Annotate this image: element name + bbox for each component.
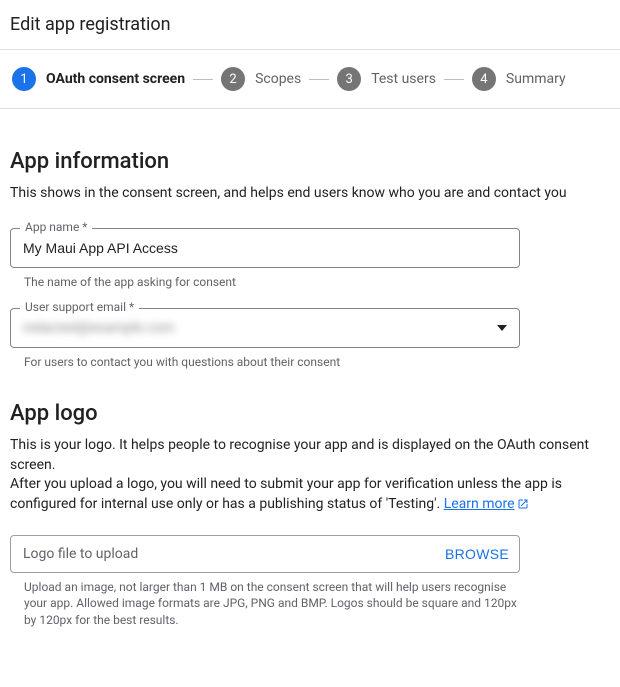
logo-upload-label: Logo file to upload	[23, 546, 138, 562]
step-label: OAuth consent screen	[46, 71, 185, 87]
step-separator	[309, 79, 329, 80]
app-name-label: App name *	[20, 220, 92, 234]
app-logo-desc-line1: This is your logo. It helps people to re…	[10, 437, 589, 473]
browse-button[interactable]: BROWSE	[445, 546, 509, 562]
support-email-field-wrapper: User support email * redacted@example.co…	[10, 308, 520, 348]
app-logo-heading: App logo	[10, 401, 610, 426]
learn-more-link[interactable]: Learn more	[444, 496, 515, 512]
app-name-hint: The name of the app asking for consent	[24, 274, 524, 291]
step-separator	[193, 79, 213, 80]
step-test-users[interactable]: 3 Test users	[337, 67, 436, 91]
step-number: 4	[472, 67, 496, 91]
app-info-heading: App information	[10, 149, 610, 174]
app-name-input[interactable]	[10, 228, 520, 268]
step-summary[interactable]: 4 Summary	[472, 67, 566, 91]
step-label: Summary	[506, 71, 566, 87]
app-info-description: This shows in the consent screen, and he…	[10, 184, 610, 204]
logo-upload-hint: Upload an image, not larger than 1 MB on…	[24, 579, 524, 629]
external-link-icon	[517, 498, 529, 510]
logo-upload-box: Logo file to upload BROWSE	[10, 535, 520, 573]
page-title: Edit app registration	[0, 0, 620, 49]
chevron-down-icon	[497, 325, 507, 331]
step-label: Scopes	[255, 71, 301, 87]
step-oauth-consent[interactable]: 1 OAuth consent screen	[12, 67, 185, 91]
step-scopes[interactable]: 2 Scopes	[221, 67, 301, 91]
support-email-select[interactable]: redacted@example.com	[10, 308, 520, 348]
support-email-value: redacted@example.com	[23, 320, 175, 336]
step-number: 2	[221, 67, 245, 91]
support-email-hint: For users to contact you with questions …	[24, 354, 524, 371]
step-separator	[444, 79, 464, 80]
app-logo-description: This is your logo. It helps people to re…	[10, 436, 610, 514]
step-label: Test users	[371, 71, 436, 87]
support-email-label: User support email *	[20, 300, 139, 314]
step-number: 3	[337, 67, 361, 91]
step-number: 1	[12, 67, 36, 91]
app-name-field-wrapper: App name *	[10, 228, 520, 268]
stepper: 1 OAuth consent screen 2 Scopes 3 Test u…	[0, 50, 620, 108]
